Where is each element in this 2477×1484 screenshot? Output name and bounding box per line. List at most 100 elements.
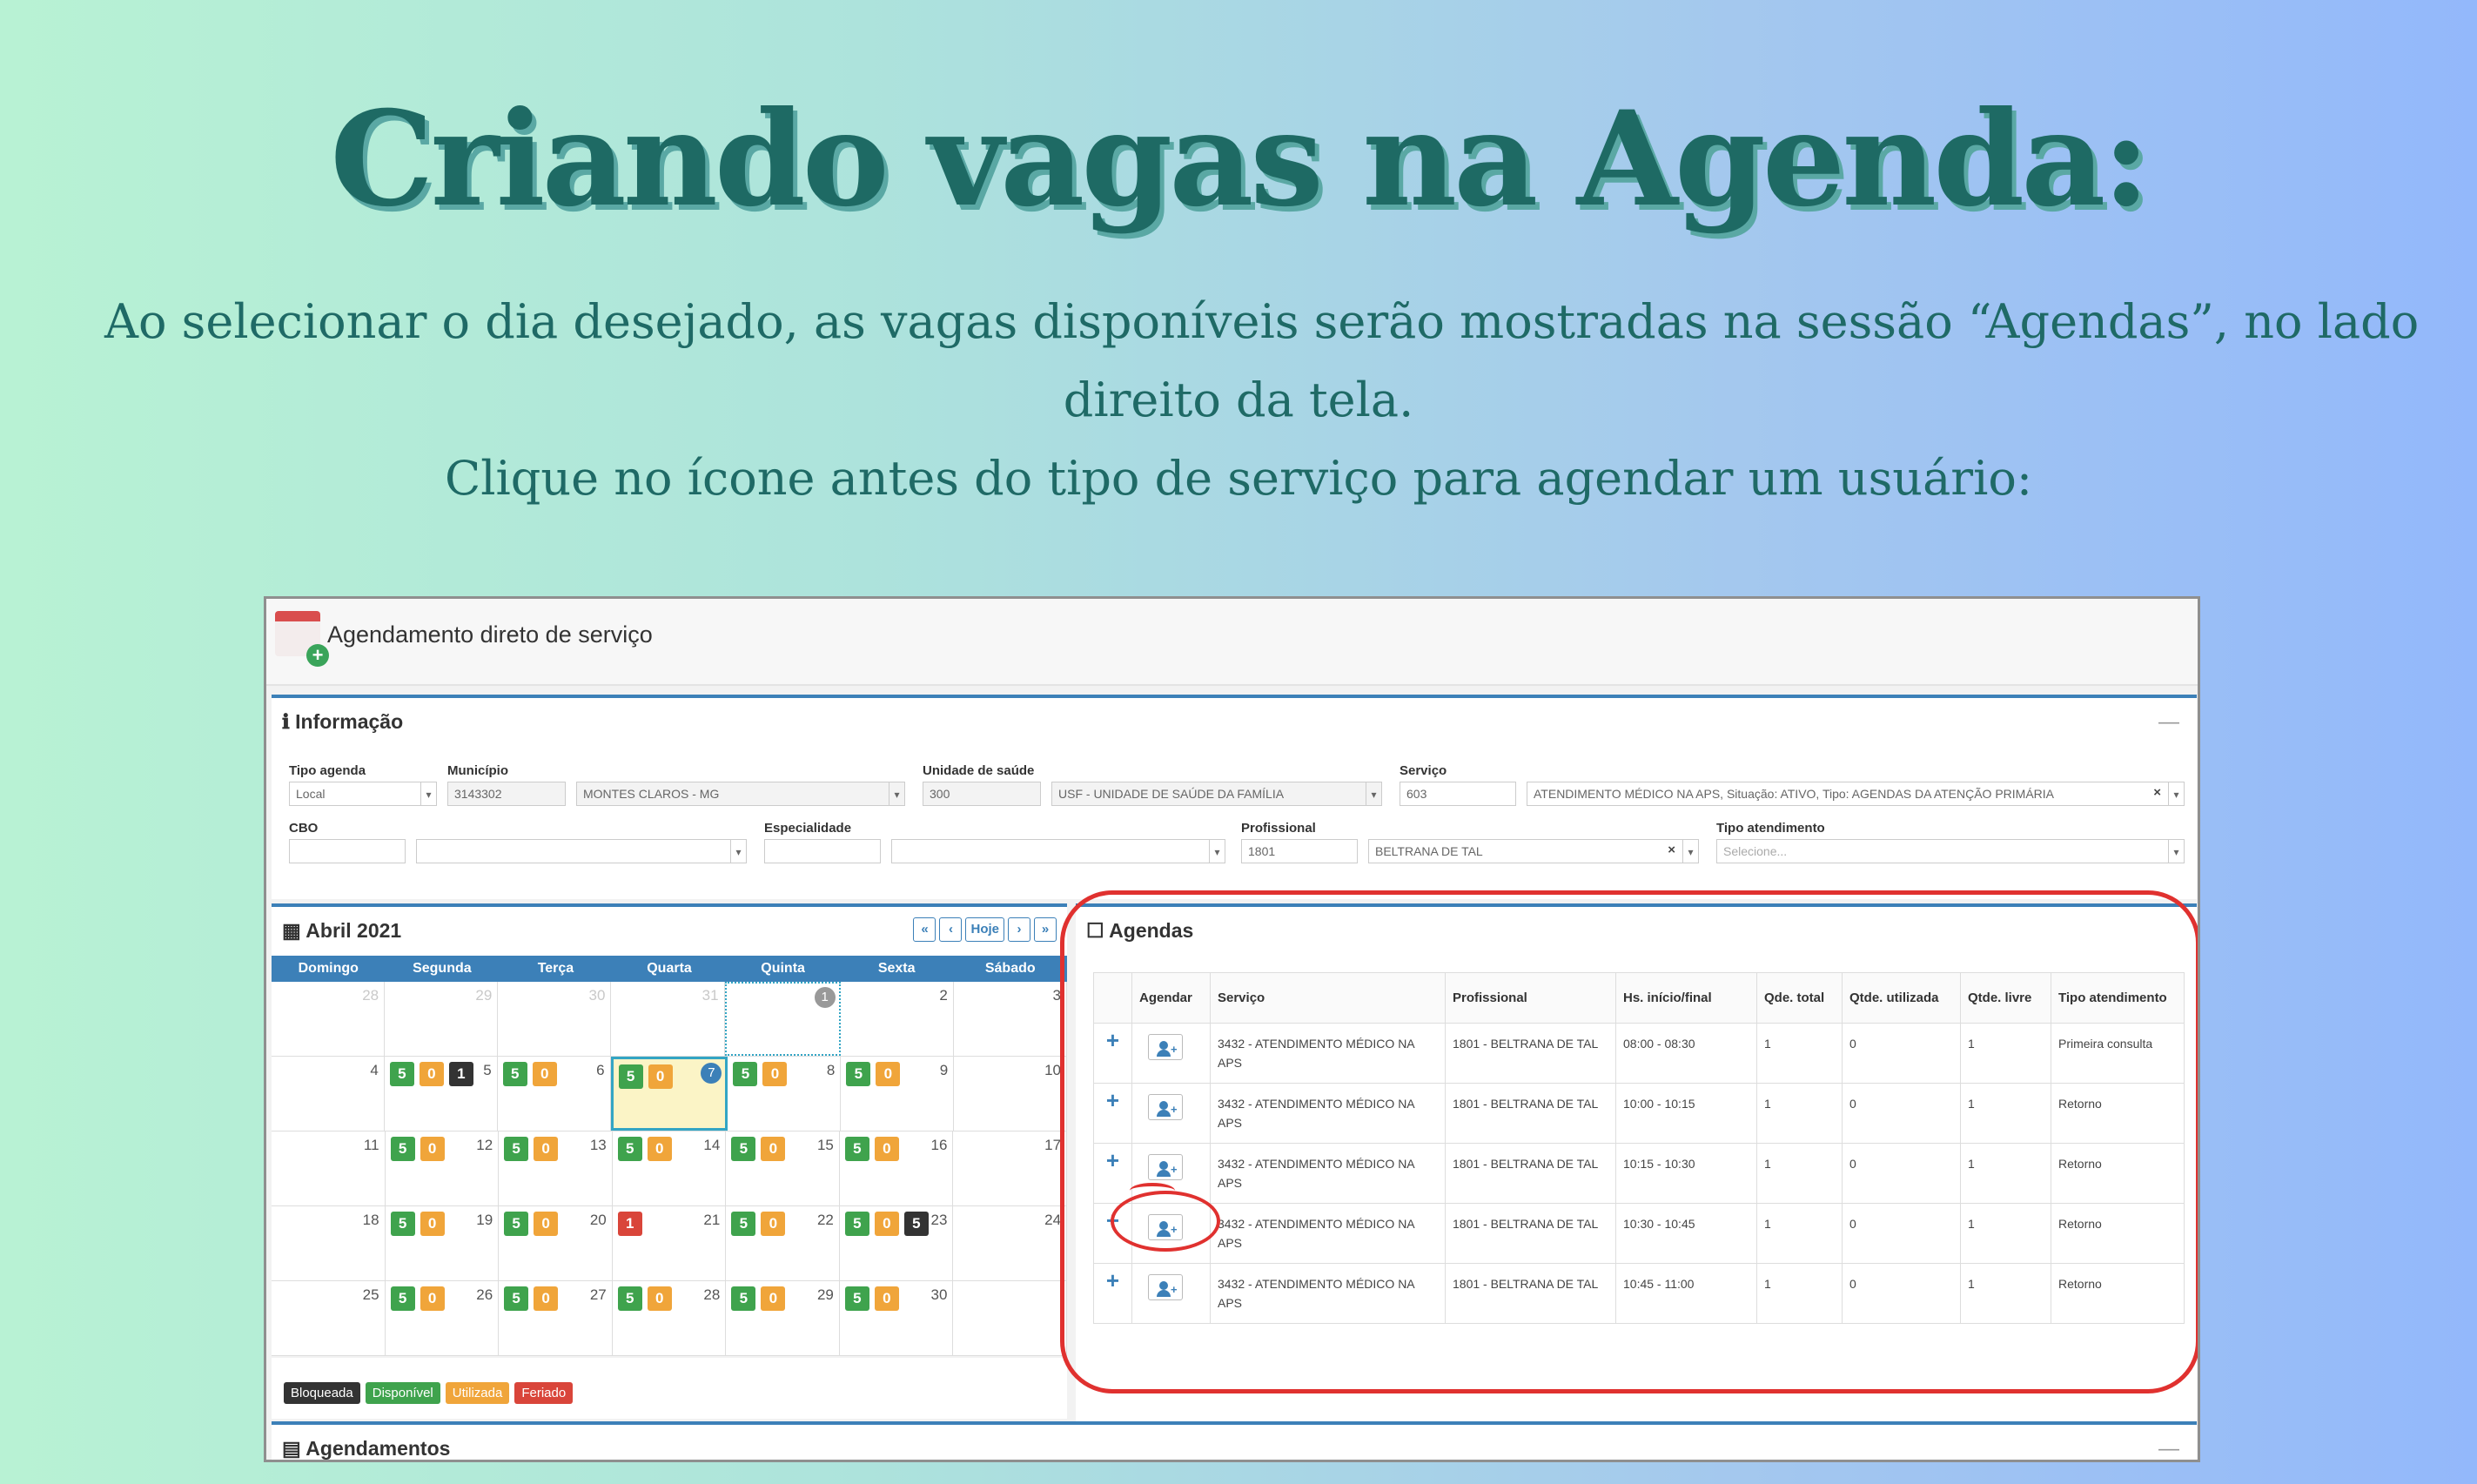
book-icon: ▤ — [282, 1437, 306, 1460]
servico-select[interactable]: ATENDIMENTO MÉDICO NA APS, Situação: ATI… — [1527, 782, 2185, 806]
highlight-tick — [1130, 1183, 1175, 1199]
agendamentos-title: ▤ Agendamentos — [282, 1437, 451, 1460]
calendar-day[interactable]: 5 0 14 — [613, 1131, 727, 1205]
calendar-weekdays: Domingo Segunda Terça Quarta Quinta Sext… — [272, 956, 1067, 982]
calendar-day[interactable]: 24 — [953, 1206, 1068, 1280]
weekday-quinta: Quinta — [761, 961, 805, 976]
collapse-icon[interactable]: — — [2158, 710, 2179, 735]
tipo-agenda-select[interactable]: Local ▾ — [289, 782, 437, 806]
app-header: + Agendamento direto de serviço — [266, 599, 2198, 686]
legend-bloqueada: Bloqueada — [284, 1382, 360, 1404]
especialidade-select[interactable]: ▾ — [891, 839, 1225, 863]
calendar-day[interactable]: 5015 — [385, 1057, 498, 1131]
calendar-day[interactable]: 1 21 — [613, 1206, 727, 1280]
calendar-day-selected[interactable]: 507 — [610, 1057, 728, 1131]
calendar-day[interactable]: 5 0 29 — [726, 1281, 840, 1355]
calendar-day[interactable]: 508 — [728, 1057, 842, 1131]
calendar-day[interactable]: 506 — [498, 1057, 611, 1131]
info-panel-title: ℹ Informação — [282, 710, 404, 733]
calendar-day[interactable]: 5 0 28 — [613, 1281, 727, 1355]
legend-disponivel: Disponível — [365, 1382, 440, 1404]
cbo-select[interactable]: ▾ — [416, 839, 747, 863]
calendar-day[interactable]: 5 0 19 — [386, 1206, 500, 1280]
highlight-outline — [1060, 890, 2198, 1393]
weekday-sabado: Sábado — [984, 961, 1036, 976]
calendar-day[interactable]: 5 0 12 — [386, 1131, 500, 1205]
calendar-day[interactable]: 18 — [272, 1206, 386, 1280]
calendar-day[interactable]: 3 — [954, 982, 1067, 1056]
calendar-day[interactable]: 11 — [272, 1131, 386, 1205]
next-month-button[interactable]: › — [1008, 917, 1030, 942]
municipio-label: Município — [447, 763, 508, 778]
weekday-terca: Terça — [537, 961, 574, 976]
calendar-panel: ▦ Abril 2021 « ‹ Hoje › » Domingo Segund… — [272, 903, 1068, 1356]
chevron-down-icon: ▾ — [1366, 782, 1381, 805]
calendar-day[interactable]: 5 0 20 — [499, 1206, 613, 1280]
calendar-day[interactable]: 29 — [385, 982, 499, 1056]
weekday-sexta: Sexta — [877, 961, 916, 976]
calendar-day[interactable]: 31 — [611, 982, 725, 1056]
calendar-day[interactable]: 10 — [954, 1057, 1068, 1131]
servico-code-field[interactable]: 603 — [1400, 782, 1516, 806]
chevron-down-icon: ▾ — [889, 782, 904, 805]
prev-month-button[interactable]: ‹ — [939, 917, 963, 942]
municipio-select[interactable]: MONTES CLAROS - MG ▾ — [576, 782, 905, 806]
highlight-circle — [1111, 1191, 1220, 1252]
municipio-code-field[interactable]: 3143302 — [447, 782, 566, 806]
cbo-label: CBO — [289, 821, 319, 836]
weekday-domingo: Domingo — [298, 961, 359, 976]
calendar-day[interactable]: 1 — [724, 982, 841, 1056]
today-button[interactable]: Hoje — [965, 917, 1004, 942]
collapse-icon[interactable]: — — [2158, 1437, 2179, 1460]
subtitle-line-1: Ao selecionar o dia desejado, as vagas d… — [104, 294, 2420, 349]
calendar-day[interactable]: 5 0 22 — [726, 1206, 840, 1280]
prev-year-button[interactable]: « — [913, 917, 936, 942]
calendar-day[interactable]: 5015 — [726, 1131, 840, 1205]
unidade-code-field[interactable]: 300 — [923, 782, 1041, 806]
info-panel: ℹ Informação — Tipo agenda Local ▾ Municí… — [272, 695, 2197, 899]
weekday-quarta: Quarta — [647, 961, 692, 976]
chevron-down-icon: ▾ — [2168, 782, 2184, 805]
calendar-grid: 28 29 30 31 1 2 3 4 5015 506 507 508 509… — [272, 982, 1068, 1356]
weekday-segunda: Segunda — [413, 961, 472, 976]
app-screenshot: + Agendamento direto de serviço ℹ Inform… — [264, 596, 2200, 1462]
calendar-day[interactable]: 2 — [841, 982, 954, 1056]
calendar-nav: « ‹ Hoje › » — [913, 917, 1057, 942]
calendar-day[interactable]: 25 — [272, 1281, 386, 1355]
chevron-down-icon: ▾ — [1209, 840, 1225, 863]
calendar-day[interactable]: 4 — [272, 1057, 385, 1131]
profissional-code-field[interactable]: 1801 — [1241, 839, 1358, 863]
calendar-day[interactable]: 509 — [841, 1057, 955, 1131]
calendar-day[interactable]: 5 0 26 — [386, 1281, 500, 1355]
calendar-icon: ▦ — [282, 919, 306, 942]
calendar-day[interactable]: 5 0 13 — [499, 1131, 613, 1205]
clear-icon[interactable]: × — [2153, 785, 2161, 800]
legend-utilizada: Utilizada — [445, 1382, 510, 1404]
legend-panel: Bloqueada Disponível Utilizada Feriado — [272, 1358, 1067, 1419]
legend-feriado: Feriado — [514, 1382, 574, 1404]
info-icon: ℹ — [282, 710, 296, 733]
calendar-month-title: ▦ Abril 2021 — [282, 919, 402, 942]
calendar-day[interactable]: 5 0 27 — [499, 1281, 613, 1355]
servico-label: Serviço — [1400, 763, 1447, 778]
status-legend: Bloqueada Disponível Utilizada Feriado — [284, 1382, 574, 1404]
profissional-select[interactable]: BELTRANA DE TAL × ▾ — [1368, 839, 1699, 863]
app-title: Agendamento direto de serviço — [327, 621, 653, 648]
next-year-button[interactable]: » — [1034, 917, 1057, 942]
calendar-day[interactable]: 28 — [272, 982, 386, 1056]
calendar-day[interactable]: 17 — [953, 1131, 1068, 1205]
cbo-code-field[interactable] — [289, 839, 406, 863]
subtitle-line-3: Clique no ícone antes do tipo de serviço… — [444, 451, 2033, 506]
calendar-day[interactable]: 5 0 5 23 — [840, 1206, 954, 1280]
clear-icon[interactable]: × — [1668, 843, 1675, 857]
agendamentos-panel: ▤ Agendamentos — — [272, 1421, 2197, 1460]
calendar-day[interactable]: 5 0 30 — [840, 1281, 954, 1355]
calendar-day[interactable] — [953, 1281, 1068, 1355]
calendar-day[interactable]: 5 0 16 — [840, 1131, 954, 1205]
calendar-day[interactable]: 30 — [498, 982, 612, 1056]
slide-subtitle: Ao selecionar o dia desejado, as vagas d… — [104, 283, 2420, 518]
tipo-atendimento-select[interactable]: Selecione... ▾ — [1716, 839, 2185, 863]
especialidade-code-field[interactable] — [764, 839, 881, 863]
slide-headline: Criando vagas na Agenda: — [330, 83, 2151, 236]
unidade-select[interactable]: USF - UNIDADE DE SAÚDE DA FAMÍLIA ▾ — [1051, 782, 1382, 806]
